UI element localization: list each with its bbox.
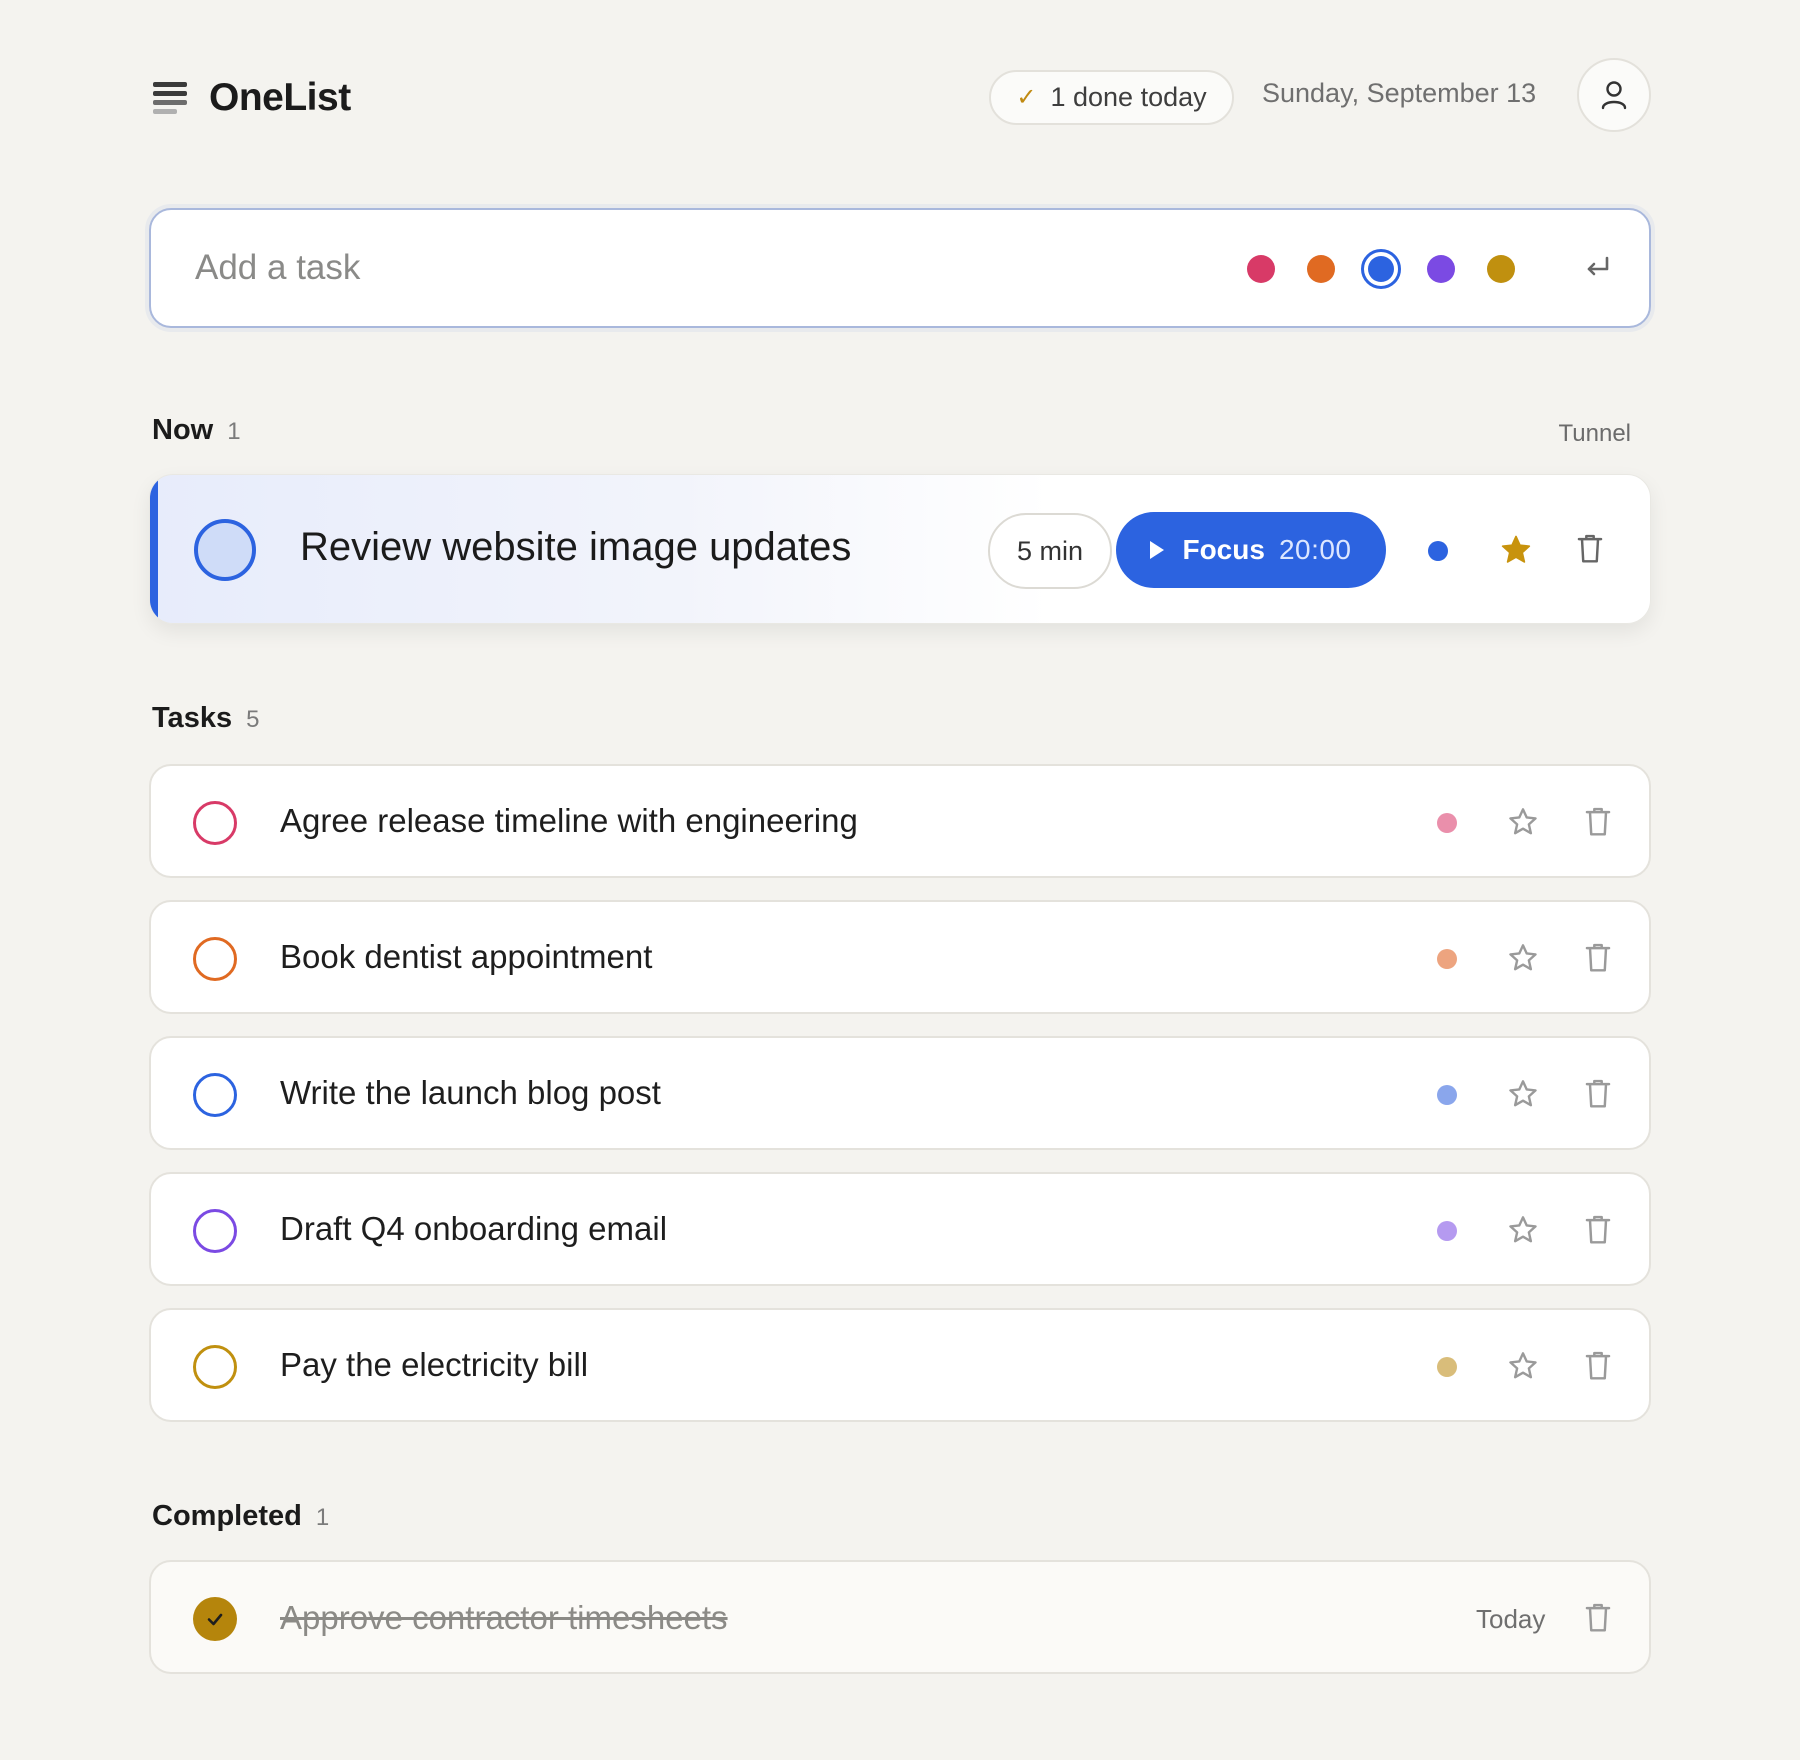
done-today-label: 1 done today xyxy=(1050,82,1207,112)
completed-count: 1 xyxy=(315,1504,330,1531)
task-row[interactable]: Book dentist appointment xyxy=(149,900,1651,1014)
app-title: OneList xyxy=(209,76,351,119)
task-checkbox[interactable] xyxy=(193,801,237,845)
task-row[interactable]: Agree release timeline with engineering xyxy=(149,764,1651,878)
task-title: Book dentist appointment xyxy=(280,938,653,975)
list-logo-icon xyxy=(153,80,187,116)
tasks-count: 5 xyxy=(246,706,260,733)
trash-icon[interactable] xyxy=(1583,1078,1613,1110)
now-task-card[interactable]: Review website image updates 5 min Focus… xyxy=(149,474,1651,624)
app-header: OneList ✓ 1 done today Sunday, September… xyxy=(149,58,1651,134)
completed-section-title: Completed 1 xyxy=(152,1500,329,1533)
task-color-dot[interactable] xyxy=(1428,541,1448,561)
star-icon[interactable] xyxy=(1507,942,1539,974)
star-icon[interactable] xyxy=(1507,1214,1539,1246)
focus-label: Focus xyxy=(1182,534,1265,565)
profile-button[interactable] xyxy=(1577,58,1651,132)
duration-pill[interactable]: 5 min xyxy=(988,513,1112,589)
now-title-label: Now xyxy=(152,414,214,446)
add-task-box xyxy=(149,208,1651,328)
now-count: 1 xyxy=(227,418,241,445)
now-section-title: Now 1 xyxy=(152,414,241,447)
star-icon[interactable] xyxy=(1507,1350,1539,1382)
done-today-badge[interactable]: ✓ 1 done today xyxy=(989,70,1234,125)
current-date: Sunday, September 13 xyxy=(1262,78,1537,108)
completed-title-label: Completed xyxy=(152,1500,302,1532)
completed-task-title: Approve contractor timesheets xyxy=(280,1599,728,1636)
task-color-dot[interactable] xyxy=(1437,1221,1457,1241)
focus-timer: 20:00 xyxy=(1278,534,1352,565)
task-checkbox[interactable] xyxy=(193,1209,237,1253)
now-task-checkbox[interactable] xyxy=(194,519,256,581)
task-title: Write the launch blog post xyxy=(280,1074,661,1111)
check-icon: ✓ xyxy=(1016,84,1037,111)
color-swatch-pink[interactable] xyxy=(1247,255,1275,283)
focus-button[interactable]: Focus 20:00 xyxy=(1116,512,1386,588)
color-swatch-purple[interactable] xyxy=(1427,255,1455,283)
task-checkbox[interactable] xyxy=(193,1073,237,1117)
star-icon[interactable] xyxy=(1507,1078,1539,1110)
color-swatch-gold[interactable] xyxy=(1487,255,1515,283)
trash-icon[interactable] xyxy=(1583,1350,1613,1382)
trash-icon[interactable] xyxy=(1583,942,1613,974)
tunnel-link[interactable]: Tunnel xyxy=(1559,420,1632,448)
task-color-dot[interactable] xyxy=(1437,1085,1457,1105)
task-color-dot[interactable] xyxy=(1437,813,1457,833)
task-title: Pay the electricity bill xyxy=(280,1346,589,1383)
color-swatch-blue[interactable] xyxy=(1361,249,1401,289)
task-checkbox[interactable] xyxy=(193,1345,237,1389)
play-icon xyxy=(1150,541,1165,559)
trash-icon[interactable] xyxy=(1575,533,1605,565)
trash-icon[interactable] xyxy=(1583,1214,1613,1246)
task-title: Agree release timeline with engineering xyxy=(280,802,858,839)
star-icon[interactable] xyxy=(1507,806,1539,838)
color-picker xyxy=(1247,246,1547,292)
task-checkbox[interactable] xyxy=(193,937,237,981)
trash-icon[interactable] xyxy=(1583,1602,1613,1634)
trash-icon[interactable] xyxy=(1583,806,1613,838)
add-task-input[interactable] xyxy=(195,240,1095,296)
completed-task-row[interactable]: Approve contractor timesheets Today xyxy=(149,1560,1651,1674)
user-icon xyxy=(1601,81,1627,110)
check-icon xyxy=(207,1613,223,1626)
enter-icon[interactable] xyxy=(1581,252,1613,284)
task-row[interactable]: Draft Q4 onboarding email xyxy=(149,1172,1651,1286)
now-task-title: Review website image updates xyxy=(300,525,852,569)
task-row[interactable]: Pay the electricity bill xyxy=(149,1308,1651,1422)
completed-checkbox[interactable] xyxy=(193,1597,237,1641)
brand: OneList xyxy=(153,76,351,120)
color-swatch-orange[interactable] xyxy=(1307,255,1335,283)
tasks-section-title: Tasks 5 xyxy=(152,702,259,735)
task-color-dot[interactable] xyxy=(1437,949,1457,969)
task-row[interactable]: Write the launch blog post xyxy=(149,1036,1651,1150)
task-title: Draft Q4 onboarding email xyxy=(280,1210,668,1247)
now-accent-bar xyxy=(150,475,158,623)
tasks-title-label: Tasks xyxy=(152,702,233,734)
completed-date: Today xyxy=(1476,1604,1546,1634)
task-color-dot[interactable] xyxy=(1437,1357,1457,1377)
star-icon[interactable] xyxy=(1499,533,1533,567)
